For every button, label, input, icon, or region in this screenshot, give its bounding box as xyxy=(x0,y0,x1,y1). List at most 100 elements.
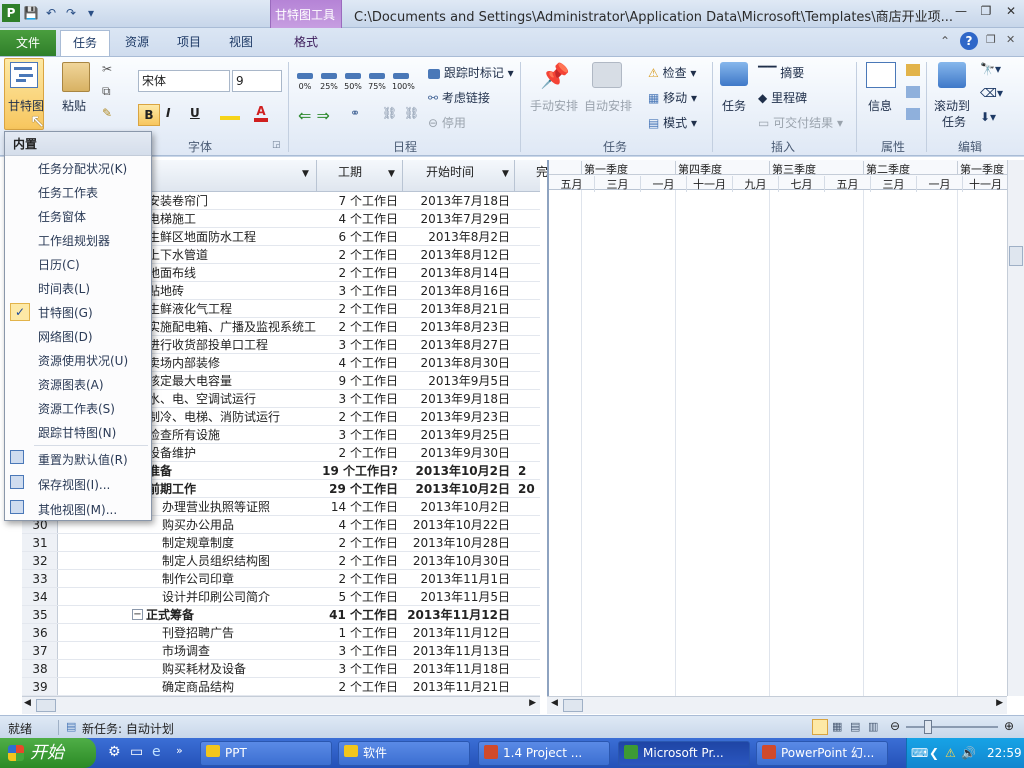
row-number[interactable]: 36 xyxy=(22,624,58,642)
duration-cell[interactable]: 1 个工作日 xyxy=(318,624,400,642)
duration-cell[interactable]: 2 个工作日 xyxy=(318,300,400,318)
inspect-button[interactable]: ⚠ 检查 ▾ xyxy=(648,64,696,81)
duration-cell[interactable]: 3 个工作日 xyxy=(318,336,400,354)
pct-25-button[interactable]: 25% xyxy=(320,68,338,91)
finish-date-cell[interactable] xyxy=(518,354,540,372)
find-icon[interactable]: 🔭▾ xyxy=(980,62,1001,76)
network-icon[interactable]: ⚠ xyxy=(945,738,956,768)
manual-schedule-icon[interactable]: 📌 xyxy=(540,62,570,90)
font-color-button[interactable]: A xyxy=(254,104,268,122)
start-date-cell[interactable]: 2013年11月13日 xyxy=(404,642,512,660)
resource-sheet-shortcut-icon[interactable]: ▥ xyxy=(868,720,878,733)
quicklaunch-expand-icon[interactable]: » xyxy=(176,744,183,757)
pct-0-button[interactable]: 0% xyxy=(296,68,314,91)
volume-icon[interactable]: 🔊 xyxy=(961,738,976,768)
task-name-cell[interactable]: 制作公司印章 xyxy=(162,570,316,588)
menu-item-view[interactable]: 甘特图(G) xyxy=(38,304,93,321)
start-date-cell[interactable]: 2013年8月30日 xyxy=(404,354,512,372)
task-name-cell[interactable]: 确定商品结构 xyxy=(162,678,316,696)
font-size-select[interactable]: 9 xyxy=(232,70,282,92)
split-icon[interactable]: ⚭ xyxy=(350,106,360,120)
table-horizontal-scrollbar[interactable]: ◀ ▶ xyxy=(22,696,540,714)
task-name-cell[interactable]: 生鲜区地面防水工程 xyxy=(148,228,316,246)
duration-cell[interactable]: 2 个工作日 xyxy=(318,552,400,570)
deliverable-button[interactable]: ▭ 可交付结果 ▾ xyxy=(758,114,843,131)
task-name-cell[interactable]: 实施配电箱、广播及监视系统工 xyxy=(148,318,316,336)
task-name-cell[interactable]: 购买办公用品 xyxy=(162,516,316,534)
tab-resource[interactable]: 资源 xyxy=(114,30,160,56)
chart-horizontal-scrollbar[interactable]: ◀ ▶ xyxy=(547,696,1007,714)
task-name-cell[interactable]: 刊登招聘广告 xyxy=(162,624,316,642)
finish-date-cell[interactable] xyxy=(518,660,540,678)
task-name-cell[interactable]: 市场调查 xyxy=(162,642,316,660)
start-date-cell[interactable]: 2013年9月5日 xyxy=(404,372,512,390)
start-date-cell[interactable]: 2013年11月1日 xyxy=(404,570,512,588)
row-number[interactable]: 35 xyxy=(22,606,58,624)
menu-item-view[interactable]: 资源工作表(S) xyxy=(38,400,115,417)
zoom-out-icon[interactable]: ⊖ xyxy=(890,719,900,733)
save-icon[interactable]: 💾 xyxy=(22,4,40,22)
task-name-cell[interactable]: 设备维护 xyxy=(148,444,316,462)
start-date-cell[interactable]: 2013年9月23日 xyxy=(404,408,512,426)
task-name-cell[interactable]: 制定人员组织结构图 xyxy=(162,552,316,570)
finish-date-cell[interactable] xyxy=(518,408,540,426)
finish-date-cell[interactable] xyxy=(518,318,540,336)
start-date-cell[interactable]: 2013年9月25日 xyxy=(404,426,512,444)
start-date-cell[interactable]: 2013年10月2日 xyxy=(404,480,512,498)
task-name-cell[interactable]: 办理营业执照等证照 xyxy=(162,498,316,516)
task-name-cell[interactable]: 上下水管道 xyxy=(148,246,316,264)
task-name-cell[interactable]: 安装卷帘门 xyxy=(148,192,316,210)
start-date-cell[interactable]: 2013年9月30日 xyxy=(404,444,512,462)
row-number[interactable]: 33 xyxy=(22,570,58,588)
row-number[interactable]: 39 xyxy=(22,678,58,696)
move-button[interactable]: ▦ 移动 ▾ xyxy=(648,89,697,106)
link-icon[interactable]: ⛓ xyxy=(382,106,397,120)
outdent-icon[interactable]: ⇐ ⇒ xyxy=(298,106,330,125)
menu-item-view[interactable]: 资源图表(A) xyxy=(38,376,104,393)
duration-cell[interactable]: 6 个工作日 xyxy=(318,228,400,246)
font-dialog-launcher-icon[interactable]: ◲ xyxy=(272,140,281,150)
inactivate-button[interactable]: ⊖ 停用 xyxy=(428,114,466,131)
duration-cell[interactable]: 2 个工作日 xyxy=(318,444,400,462)
start-date-cell[interactable]: 2013年10月28日 xyxy=(404,534,512,552)
finish-date-cell[interactable] xyxy=(518,678,540,696)
scroll-right-icon[interactable]: ▶ xyxy=(529,698,536,708)
row-number[interactable]: 31 xyxy=(22,534,58,552)
row-number[interactable]: 34 xyxy=(22,588,58,606)
table-row[interactable]: 36 刊登招聘广告 1 个工作日 2013年11月12日 xyxy=(22,624,540,642)
tab-project[interactable]: 项目 xyxy=(166,30,212,56)
doc-restore-icon[interactable]: ❐ xyxy=(986,33,996,46)
tray-expand-icon[interactable]: ❮ xyxy=(929,738,939,768)
zoom-in-icon[interactable]: ⊕ xyxy=(1004,719,1014,733)
start-sort-icon[interactable]: ▼ xyxy=(502,169,509,179)
table-row[interactable]: 38 购买耗材及设备 3 个工作日 2013年11月18日 xyxy=(22,660,540,678)
copy-icon[interactable]: ⧉ xyxy=(102,84,111,99)
start-date-cell[interactable]: 2013年8月12日 xyxy=(404,246,512,264)
finish-date-cell[interactable] xyxy=(518,264,540,282)
status-new-task-mode[interactable]: 新任务: 自动计划 xyxy=(82,720,174,737)
duration-cell[interactable]: 3 个工作日 xyxy=(318,642,400,660)
duration-cell[interactable]: 19 个工作日? xyxy=(318,462,400,480)
start-date-cell[interactable]: 2013年8月23日 xyxy=(404,318,512,336)
task-name-cell[interactable]: 前期工作 xyxy=(148,480,316,498)
table-row[interactable]: 34 设计并印刷公司简介 5 个工作日 2013年11月5日 xyxy=(22,588,540,606)
task-name-cell[interactable]: 准备 xyxy=(148,462,316,480)
italic-button[interactable]: I xyxy=(166,106,170,120)
start-date-cell[interactable]: 2013年8月16日 xyxy=(404,282,512,300)
team-planner-shortcut-icon[interactable]: ▤ xyxy=(850,720,860,733)
duration-cell[interactable]: 3 个工作日 xyxy=(318,426,400,444)
duration-cell[interactable]: 4 个工作日 xyxy=(318,354,400,372)
scrollbar-thumb[interactable] xyxy=(36,699,56,712)
table-row[interactable]: 33 制作公司印章 2 个工作日 2013年11月1日 xyxy=(22,570,540,588)
start-date-cell[interactable]: 2013年11月12日 xyxy=(404,624,512,642)
start-date-cell[interactable]: 2013年8月27日 xyxy=(404,336,512,354)
start-date-cell[interactable]: 2013年7月18日 xyxy=(404,192,512,210)
clock[interactable]: 22:59 xyxy=(987,738,1022,768)
duration-cell[interactable]: 4 个工作日 xyxy=(318,210,400,228)
font-name-select[interactable]: 宋体 xyxy=(138,70,230,92)
menu-item-view[interactable]: 日历(C) xyxy=(38,256,80,273)
quicklaunch-ie-icon[interactable]: e xyxy=(152,744,161,760)
menu-item-view[interactable]: 任务分配状况(K) xyxy=(38,160,127,177)
zoom-slider-thumb[interactable] xyxy=(924,720,932,734)
table-row[interactable]: 31 制定规章制度 2 个工作日 2013年10月28日 xyxy=(22,534,540,552)
